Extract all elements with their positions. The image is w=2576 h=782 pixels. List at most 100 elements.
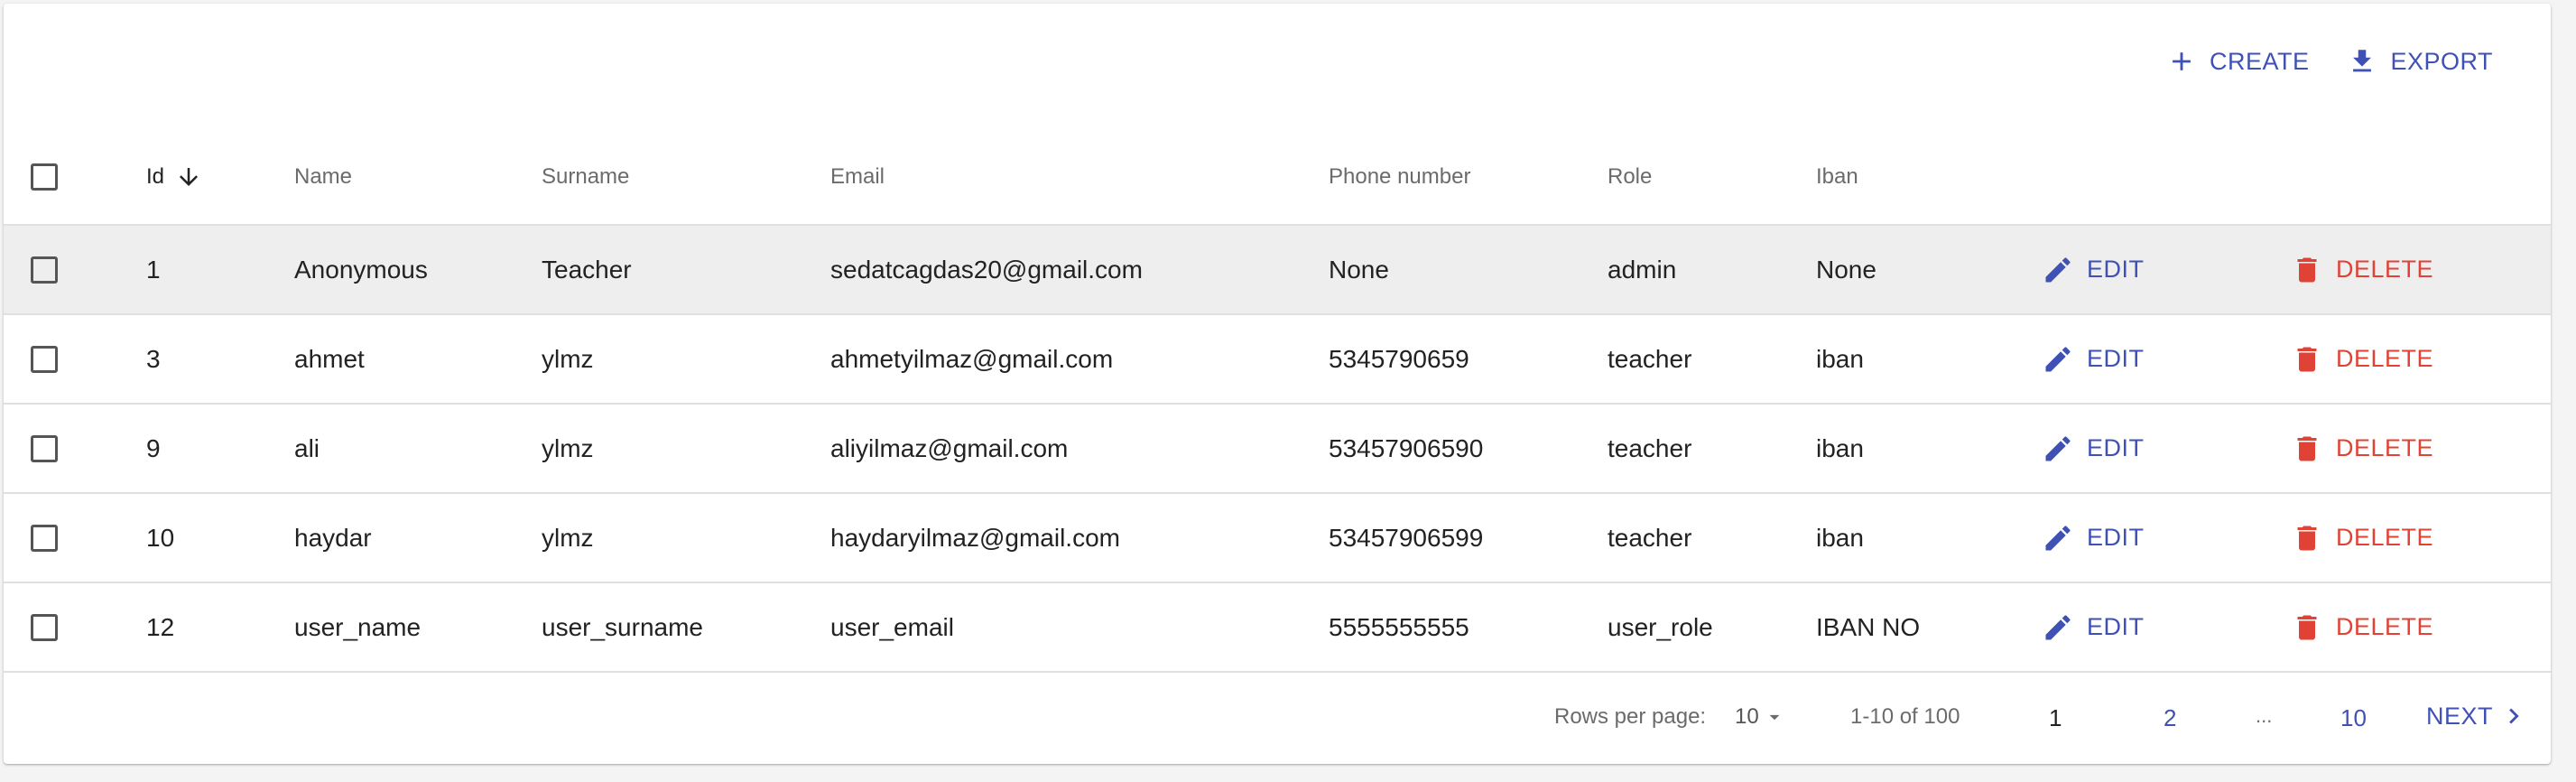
delete-button-label: DELETE [2336,345,2434,372]
edit-button-label: EDIT [2087,613,2145,640]
cell-surname: ylmz [542,344,594,373]
pagination-ellipsis: ... [2256,704,2273,727]
cell-name: ahmet [294,344,365,373]
column-header-phone[interactable]: Phone number [1329,164,1470,190]
download-icon [2353,50,2372,72]
cell-iban: iban [1816,523,1864,552]
pagination: Rows per page: 10 1-10 of 100 1 2 ... 10… [4,694,2551,744]
edit-button-label: EDIT [2087,256,2145,283]
edit-button[interactable]: EDIT [2042,611,2145,644]
cell-email: user_email [830,612,954,641]
arrow-down-icon [180,168,199,186]
column-header-iban[interactable]: Iban [1816,164,1858,190]
pencil-icon [2045,525,2071,550]
table-row[interactable]: 12 user_name user_surname user_email 555… [4,583,2551,673]
page-1-button[interactable]: 1 [2049,704,2062,732]
delete-button[interactable]: DELETE [2291,611,2433,644]
delete-button-label: DELETE [2336,434,2434,461]
row-checkbox[interactable] [31,524,58,552]
row-checkbox[interactable] [31,345,58,373]
select-all-checkbox[interactable] [31,163,58,191]
rows-per-page-select[interactable]: 10 [1735,704,1786,730]
column-header-id[interactable]: Id [146,163,202,191]
trash-icon [2297,526,2317,550]
cell-id: 3 [146,344,161,373]
create-button-label: CREATE [2209,47,2310,75]
column-header-role[interactable]: Role [1608,164,1652,190]
plus-icon [2173,52,2191,70]
column-header-surname[interactable]: Surname [542,164,629,190]
row-checkbox[interactable] [31,613,58,641]
cell-role: teacher [1608,523,1692,552]
table-row[interactable]: 3 ahmet ylmz ahmetyilmaz@gmail.com 53457… [4,315,2551,405]
next-page-label: NEXT [2426,702,2494,730]
column-header-email[interactable]: Email [830,164,885,190]
cell-iban: None [1816,255,1876,284]
table-header-row: Id Name Surname Email Phone number Role … [4,130,2551,226]
cell-email: aliyilmaz@gmail.com [830,433,1069,462]
cell-role: teacher [1608,344,1692,373]
cell-role: admin [1608,255,1677,284]
delete-button-label: DELETE [2336,256,2434,283]
export-button-label: EXPORT [2390,47,2493,75]
table-row[interactable]: 9 ali ylmz aliyilmaz@gmail.com 534579065… [4,405,2551,494]
next-page-button[interactable]: NEXT [2426,701,2529,731]
trash-icon [2297,257,2317,282]
caret-down-icon [1769,714,1780,721]
cell-iban: IBAN NO [1816,612,1921,641]
cell-phone: 5555555555 [1329,612,1469,641]
chevron-right-icon [2509,708,2519,724]
cell-id: 1 [146,255,161,284]
cell-name: Anonymous [294,255,428,284]
cell-phone: 53457906590 [1329,433,1484,462]
column-header-id-label: Id [146,164,165,189]
cell-surname: Teacher [542,255,632,284]
delete-button[interactable]: DELETE [2291,254,2433,286]
cell-phone: None [1329,255,1389,284]
delete-button[interactable]: DELETE [2291,343,2433,376]
create-button[interactable]: CREATE [2166,40,2310,83]
trash-icon [2297,436,2317,461]
toolbar: CREATE EXPORT [2166,40,2493,83]
list-card: CREATE EXPORT Id Name Surname Email Phon… [4,4,2551,764]
column-header-name[interactable]: Name [294,164,352,190]
cell-iban: iban [1816,344,1864,373]
cell-id: 12 [146,612,175,641]
cell-name: user_name [294,612,422,641]
cell-surname: ylmz [542,523,594,552]
pencil-icon [2045,256,2071,282]
edit-button[interactable]: EDIT [2042,343,2145,376]
edit-button-label: EDIT [2087,524,2145,551]
page-10-button[interactable]: 10 [2340,704,2367,732]
delete-button[interactable]: DELETE [2291,522,2433,554]
table-row[interactable]: 10 haydar ylmz haydaryilmaz@gmail.com 53… [4,494,2551,583]
delete-button[interactable]: DELETE [2291,433,2433,465]
edit-button-label: EDIT [2087,345,2145,372]
delete-button-label: DELETE [2336,613,2434,640]
cell-email: ahmetyilmaz@gmail.com [830,344,1114,373]
row-checkbox[interactable] [31,434,58,462]
trash-icon [2297,615,2317,639]
cell-phone: 5345790659 [1329,344,1469,373]
pagination-range: 1-10 of 100 [1850,704,1960,729]
page-2-button[interactable]: 2 [2164,704,2176,732]
pencil-icon [2045,614,2071,639]
cell-surname: user_surname [542,612,703,641]
export-button[interactable]: EXPORT [2347,40,2493,83]
pencil-icon [2045,435,2071,461]
cell-role: teacher [1608,433,1692,462]
rows-per-page-value: 10 [1735,704,1759,729]
cell-email: sedatcagdas20@gmail.com [830,255,1143,284]
delete-button-label: DELETE [2336,524,2434,551]
edit-button[interactable]: EDIT [2042,254,2145,286]
cell-role: user_role [1608,612,1713,641]
row-checkbox[interactable] [31,256,58,284]
table-row[interactable]: 1 Anonymous Teacher sedatcagdas20@gmail.… [4,226,2551,315]
edit-button[interactable]: EDIT [2042,433,2145,465]
cell-email: haydaryilmaz@gmail.com [830,523,1120,552]
cell-surname: ylmz [542,433,594,462]
cell-id: 10 [146,523,175,552]
users-table: Id Name Surname Email Phone number Role … [4,130,2551,673]
edit-button[interactable]: EDIT [2042,522,2145,554]
cell-name: haydar [294,523,372,552]
